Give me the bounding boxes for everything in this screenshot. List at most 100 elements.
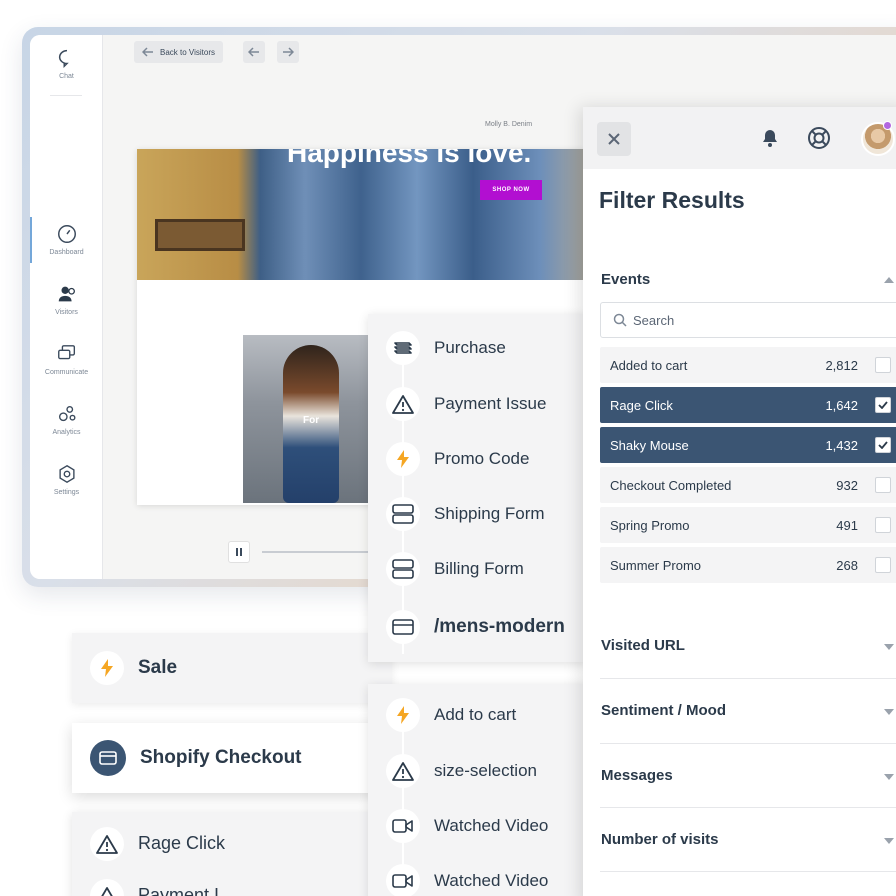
- event-label: Watched Video: [434, 870, 549, 890]
- event-timeline-top: Purchase Payment Issue Promo Code Shippi…: [368, 314, 588, 662]
- close-button[interactable]: [597, 122, 631, 156]
- visited-url-section[interactable]: Visited URL: [601, 637, 685, 654]
- nav-chat[interactable]: Chat: [30, 47, 103, 80]
- nav-analytics-label: Analytics: [52, 429, 81, 436]
- filter-row-label: Checkout Completed: [610, 477, 732, 493]
- nav-visitors[interactable]: Visitors: [30, 283, 103, 316]
- event-purchase[interactable]: Purchase: [368, 320, 506, 375]
- rage-click-card[interactable]: Rage Click Payment I: [72, 812, 382, 896]
- chevron-up-icon[interactable]: [883, 276, 895, 284]
- event-label: Watched Video: [434, 815, 549, 835]
- nav-communicate[interactable]: Communicate: [30, 343, 103, 376]
- status-dot: [883, 121, 892, 130]
- event-label: /mens-modern: [434, 615, 565, 637]
- filter-row-rage-click[interactable]: Rage Click 1,642: [600, 387, 896, 423]
- filter-panel-header: [583, 107, 896, 169]
- nav-settings[interactable]: Settings: [30, 463, 103, 496]
- checkbox[interactable]: [875, 477, 891, 493]
- messages-section[interactable]: Messages: [601, 767, 673, 784]
- chevron-down-icon[interactable]: [883, 837, 895, 845]
- event-label: size-selection: [434, 760, 537, 780]
- nav-analytics[interactable]: Analytics: [30, 403, 103, 436]
- checkbox[interactable]: [875, 397, 891, 413]
- notifications-button[interactable]: [760, 128, 780, 153]
- bolt-icon: [386, 697, 420, 732]
- nav-divider: [50, 95, 82, 96]
- divider: [600, 743, 896, 744]
- shopify-checkout-card[interactable]: Shopify Checkout: [72, 723, 382, 793]
- shop-now-button[interactable]: SHOP NOW: [480, 180, 542, 200]
- pause-button[interactable]: [228, 541, 250, 563]
- checkbox[interactable]: [875, 357, 891, 373]
- previous-button[interactable]: [242, 41, 265, 63]
- visits-section[interactable]: Number of visits: [601, 831, 719, 848]
- hero-decoration: [155, 219, 245, 251]
- warning-icon: [386, 753, 420, 788]
- checkbox[interactable]: [875, 437, 891, 453]
- event-billing-form[interactable]: Billing Form: [368, 541, 524, 596]
- arrow-right-icon: [282, 47, 294, 57]
- event-add-to-cart[interactable]: Add to cart: [368, 687, 516, 742]
- warning-icon: [386, 386, 420, 421]
- rage-click-row[interactable]: Rage Click: [72, 816, 225, 871]
- nav-dashboard-label: Dashboard: [49, 249, 84, 256]
- divider: [600, 678, 896, 679]
- help-button[interactable]: [807, 126, 831, 155]
- dashboard-icon: [57, 225, 76, 243]
- chat-icon: [58, 49, 69, 69]
- sale-card[interactable]: Sale: [72, 633, 392, 703]
- event-label: Add to cart: [434, 704, 517, 724]
- video-icon: [386, 863, 420, 896]
- filter-row-shaky-mouse[interactable]: Shaky Mouse 1,432: [600, 427, 896, 463]
- event-mens-modern[interactable]: /mens-modern: [368, 599, 565, 654]
- event-promo-code[interactable]: Promo Code: [368, 431, 529, 486]
- chevron-down-icon[interactable]: [883, 643, 895, 651]
- filter-row-label: Added to cart: [610, 357, 688, 373]
- filter-panel: Filter Results Events Search Added to ca…: [583, 107, 896, 896]
- help-icon: [808, 127, 830, 149]
- filter-row-count: 932: [836, 477, 858, 493]
- filter-row-added-to-cart[interactable]: Added to cart 2,812: [600, 347, 896, 383]
- rage-click-label: Rage Click: [138, 833, 226, 853]
- event-label: Purchase: [434, 337, 506, 357]
- event-watched-video[interactable]: Watched Video: [368, 798, 548, 853]
- back-to-visitors-button[interactable]: Back to Visitors: [134, 41, 223, 63]
- nav-communicate-label: Communicate: [44, 369, 89, 376]
- bolt-icon: [386, 441, 420, 476]
- checkbox[interactable]: [875, 557, 891, 573]
- filter-row-summer-promo[interactable]: Summer Promo 268: [600, 547, 896, 583]
- video-icon: [386, 808, 420, 843]
- event-label: Shipping Form: [434, 503, 545, 523]
- next-button[interactable]: [276, 41, 299, 63]
- chevron-down-icon[interactable]: [883, 773, 895, 781]
- check-icon: [878, 401, 888, 409]
- chevron-down-icon[interactable]: [883, 708, 895, 716]
- product-image: For: [243, 335, 373, 503]
- nav-visitors-label: Visitors: [55, 309, 78, 316]
- sale-label: Sale: [138, 657, 178, 678]
- sentiment-section[interactable]: Sentiment / Mood: [601, 702, 726, 719]
- form-icon: [386, 496, 420, 531]
- warning-icon: [90, 878, 124, 896]
- events-search-input[interactable]: Search: [600, 302, 896, 338]
- stage: Chat Dashboard Visitors Communicate Anal…: [0, 0, 896, 896]
- filter-row-count: 2,812: [825, 357, 858, 373]
- event-size-selection[interactable]: size-selection: [368, 743, 537, 798]
- checkbox[interactable]: [875, 517, 891, 533]
- filter-row-checkout-completed[interactable]: Checkout Completed 932: [600, 467, 896, 503]
- event-shipping-form[interactable]: Shipping Form: [368, 486, 545, 541]
- filter-row-spring-promo[interactable]: Spring Promo 491: [600, 507, 896, 543]
- warning-icon: [90, 826, 124, 861]
- event-watched-video[interactable]: Watched Video: [368, 853, 548, 896]
- partial-row[interactable]: Payment I: [72, 868, 219, 896]
- filter-title: Filter Results: [599, 187, 745, 213]
- card-icon: [90, 740, 126, 776]
- nav-dashboard[interactable]: Dashboard: [30, 217, 103, 263]
- filter-row-count: 268: [836, 557, 858, 573]
- search-placeholder: Search: [633, 312, 675, 328]
- nav-settings-label: Settings: [53, 489, 80, 496]
- event-payment-issue[interactable]: Payment Issue: [368, 376, 546, 431]
- events-section-label[interactable]: Events: [601, 271, 650, 288]
- playback-scrubber[interactable]: [262, 551, 382, 553]
- nav-chat-label: Chat: [59, 73, 74, 80]
